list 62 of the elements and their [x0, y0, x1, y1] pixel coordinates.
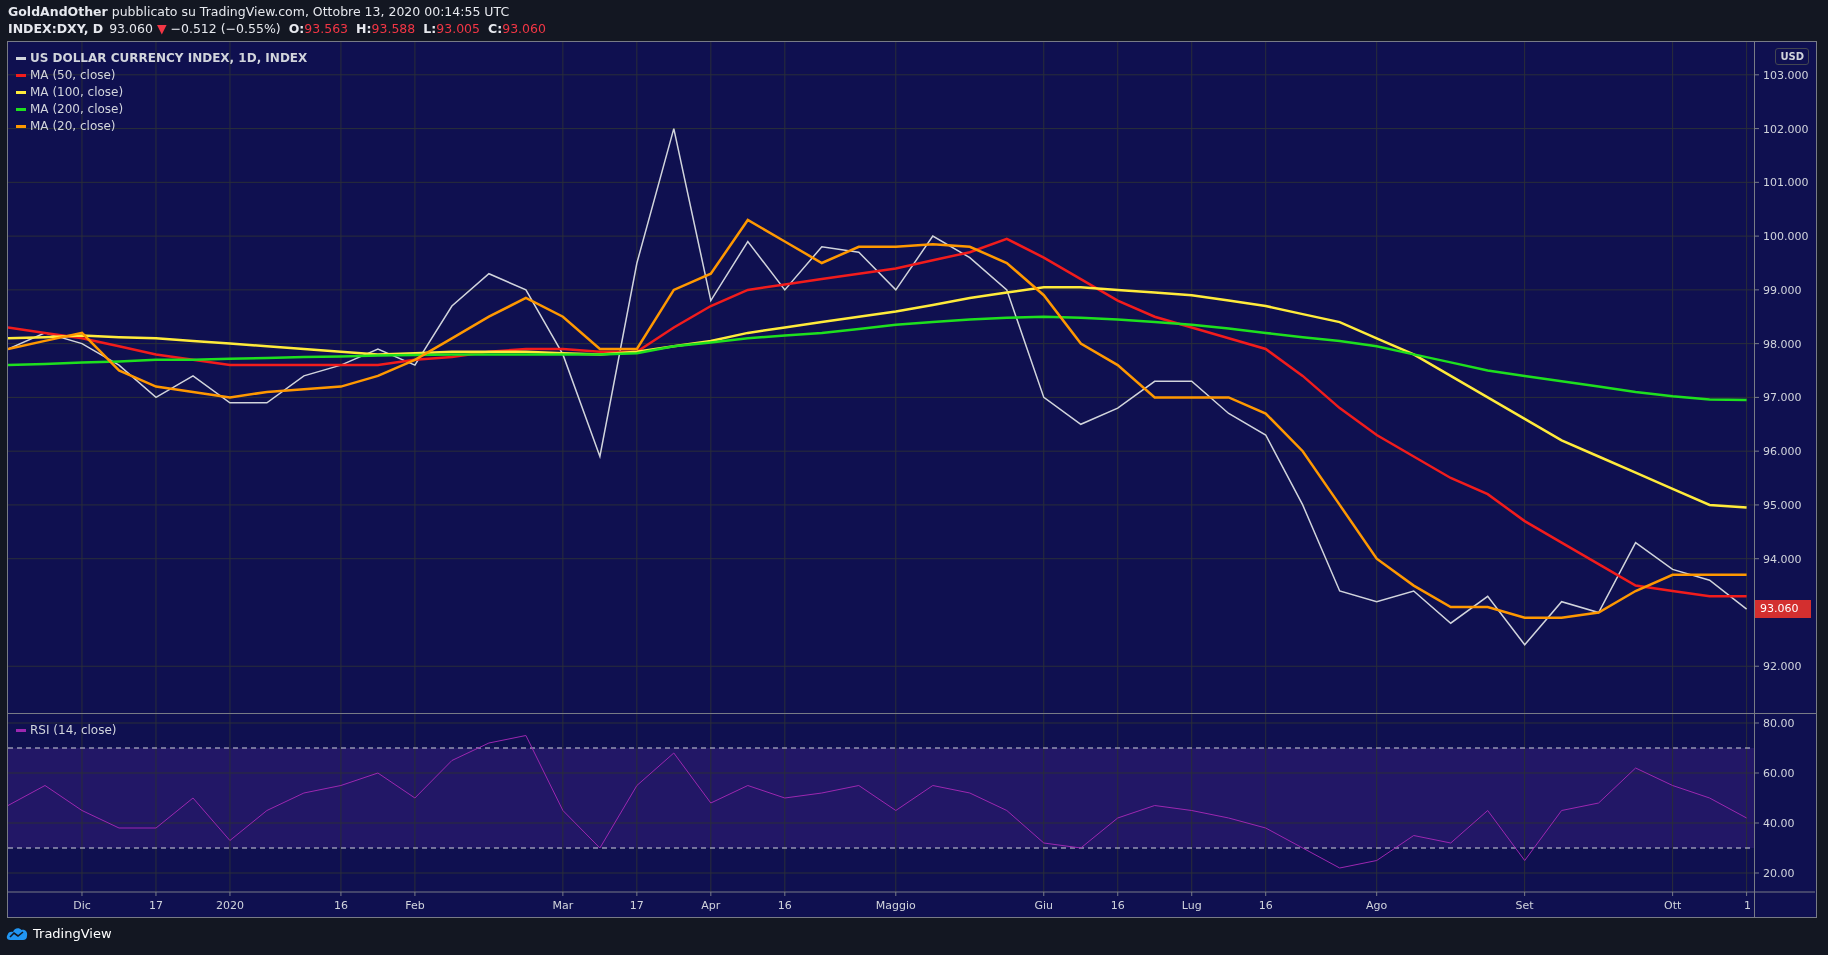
axis-tick-label: 16: [1110, 899, 1125, 912]
axis-tick-label: 17: [629, 899, 644, 912]
axis-tick-label: 17: [148, 899, 163, 912]
axis-tick-label: 92.000: [1763, 660, 1802, 674]
ohlc-label: L:: [423, 20, 437, 37]
axis-tick-label: Mar: [552, 899, 574, 912]
ohlc-value: 93.563: [304, 20, 349, 37]
axis-tick-label: Apr: [701, 899, 721, 912]
ohlc-label: H:: [356, 20, 372, 37]
legend-swatch: [16, 729, 26, 732]
ohlc-label: O:: [288, 20, 305, 37]
axis-tick-label: 96.000: [1763, 445, 1802, 459]
last-price: 93.060: [109, 20, 153, 37]
down-arrow-icon: ▼: [156, 20, 167, 37]
axis-tick-label: 103.000: [1763, 68, 1809, 82]
legend-swatch: [16, 91, 26, 94]
axis-tick-label: 60.00: [1763, 767, 1795, 780]
legend-label: MA (50, close): [30, 67, 116, 84]
legend-swatch: [16, 108, 26, 111]
publisher-line: GoldAndOther pubblicato su TradingView.com, Ottobre 13, 2020 00:14:55 UTC: [8, 3, 511, 20]
chart-title: US DOLLAR CURRENCY INDEX, 1D, INDEX: [30, 50, 308, 67]
cloud-logo-icon: [6, 925, 28, 941]
axis-tick-label: 2020: [215, 899, 244, 912]
axis-tick-label: 97.000: [1763, 391, 1802, 405]
symbol-label: INDEX:DXY, D: [8, 20, 104, 37]
axis-tick-label: 101.000: [1763, 176, 1809, 190]
axis-tick-label: Lug: [1181, 899, 1202, 912]
axis-tick-label: 40.00: [1763, 817, 1795, 830]
axis-tick-label: 94.000: [1763, 552, 1802, 566]
axis-tick-label: 16: [333, 899, 348, 912]
legend-swatch: [16, 125, 26, 128]
currency-badge[interactable]: USD: [1775, 48, 1809, 65]
axis-tick-label: 16: [1258, 899, 1273, 912]
axis-tick-label: 100.000: [1763, 230, 1809, 244]
axis-tick-label: Giu: [1034, 899, 1054, 912]
axis-tick-label: 16: [777, 899, 792, 912]
ohlc-value: 93.060: [502, 20, 546, 37]
legend-swatch: [16, 74, 26, 77]
axis-tick-label: Dic: [73, 899, 91, 912]
indicator-label: RSI (14, close): [30, 722, 117, 739]
axis-tick-label: Ago: [1366, 899, 1388, 912]
axis-tick-label: 1: [1744, 899, 1751, 912]
ohlc-value: 93.005: [436, 20, 480, 37]
axis-tick-label: 102.000: [1763, 122, 1809, 136]
legend-label: MA (100, close): [30, 84, 124, 101]
axis-tick-label: Ott: [1663, 899, 1682, 912]
last-price-label: 93.060: [1755, 600, 1811, 619]
axis-tick-label: Feb: [405, 899, 425, 912]
price-change: −0.512 (−0.55%): [170, 20, 281, 37]
legend-label: MA (200, close): [30, 101, 124, 118]
ohlc-value: 93.588: [371, 20, 416, 37]
axis-tick-label: 80.00: [1763, 717, 1795, 730]
axis-tick-label: 20.00: [1763, 867, 1795, 880]
legend-label: MA (20, close): [30, 118, 116, 135]
axis-tick-label: 98.000: [1763, 337, 1802, 351]
axis-tick-label: Set: [1515, 899, 1534, 912]
legend-swatch: [16, 57, 26, 60]
axis-tick-label: 95.000: [1763, 498, 1802, 512]
axis-tick-label: Maggio: [875, 899, 916, 912]
axis-tick-label: 99.000: [1763, 283, 1802, 297]
ohlc-label: C:: [488, 20, 503, 37]
brand-name: TradingView: [33, 925, 112, 941]
